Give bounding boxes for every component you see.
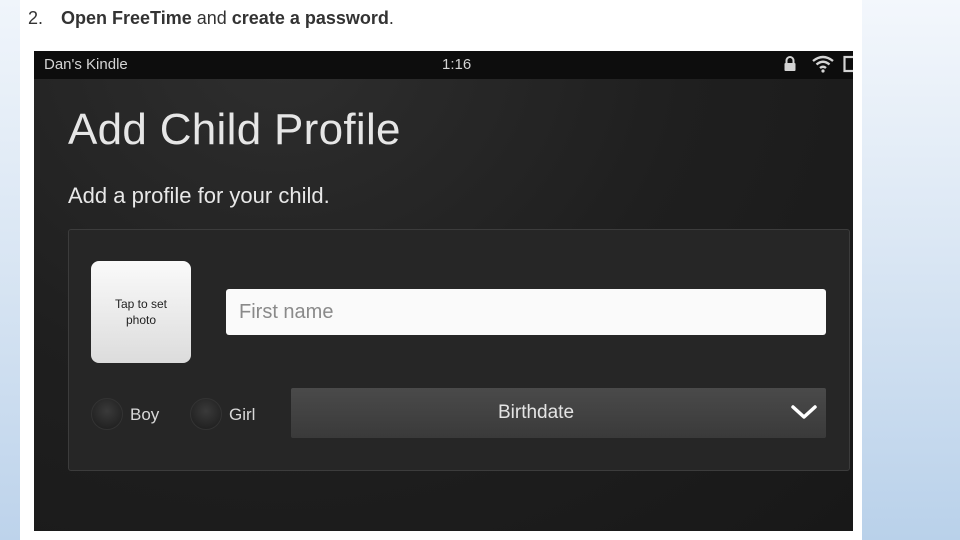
boy-radio[interactable] — [91, 398, 123, 430]
battery-icon — [843, 55, 853, 77]
step-number: 2. — [28, 8, 44, 28]
wifi-icon — [811, 55, 835, 77]
status-clock: 1:16 — [442, 56, 472, 73]
instruction-and: and — [191, 8, 232, 28]
instruction-text: 2. Open FreeTime and create a password. — [28, 8, 394, 29]
girl-radio[interactable] — [190, 398, 222, 430]
device-name: Dan's Kindle — [44, 56, 128, 73]
profile-form-card: Tap to set photo Boy Girl Birthdate — [68, 229, 850, 471]
girl-radio-label: Girl — [229, 405, 256, 424]
instruction-period: . — [388, 8, 394, 28]
instruction-open-freetime: Open FreeTime — [61, 8, 192, 28]
slide-background-left — [0, 0, 20, 540]
chevron-down-icon — [790, 402, 818, 422]
page-title: Add Child Profile — [68, 105, 401, 154]
lock-icon — [783, 55, 797, 77]
set-photo-button[interactable]: Tap to set photo — [91, 261, 191, 363]
slide: 2. Open FreeTime and create a password. D… — [20, 0, 862, 540]
boy-radio-label: Boy — [130, 405, 160, 424]
birthdate-dropdown[interactable]: Birthdate — [291, 388, 826, 438]
birthdate-label: Birthdate — [497, 402, 575, 423]
kindle-screen: Dan's Kindle 1:16 Add Child Profile Add … — [34, 51, 853, 531]
instruction-create-password: create a password — [231, 8, 389, 28]
slide-background-right — [862, 0, 960, 540]
set-photo-label: Tap to set photo — [114, 297, 168, 327]
page-subtitle: Add a profile for your child. — [68, 183, 330, 208]
first-name-input[interactable] — [226, 289, 826, 335]
status-bar: Dan's Kindle 1:16 — [34, 51, 853, 79]
